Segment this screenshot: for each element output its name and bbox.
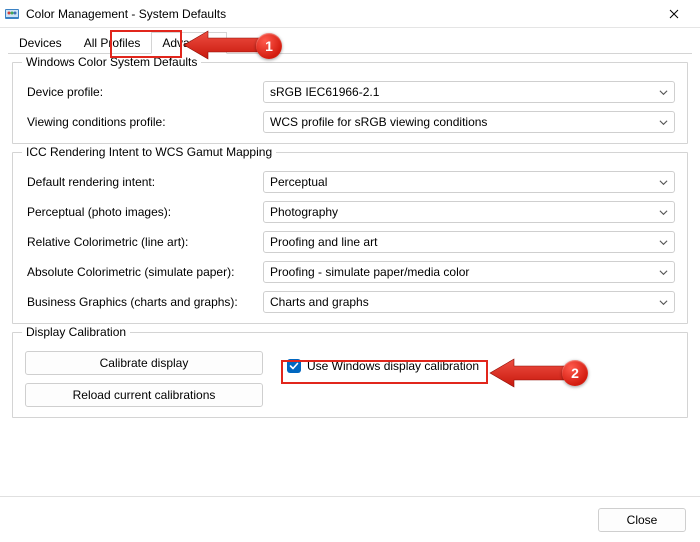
viewing-conditions-dropdown[interactable]: WCS profile for sRGB viewing conditions xyxy=(263,111,675,133)
absolute-colorimetric-label: Absolute Colorimetric (simulate paper): xyxy=(25,265,263,279)
annotation-arrow-2 xyxy=(488,358,568,388)
dropdown-value: Proofing - simulate paper/media color xyxy=(270,265,659,279)
close-button[interactable]: Close xyxy=(598,508,686,532)
dropdown-value: Photography xyxy=(270,205,659,219)
tab-all-profiles[interactable]: All Profiles xyxy=(73,32,152,54)
chevron-down-icon xyxy=(659,298,668,307)
app-icon xyxy=(4,6,20,22)
dropdown-value: WCS profile for sRGB viewing conditions xyxy=(270,115,659,129)
dialog-footer: Close xyxy=(0,496,700,542)
chevron-down-icon xyxy=(659,208,668,217)
titlebar: Color Management - System Defaults xyxy=(0,0,700,28)
dropdown-value: Proofing and line art xyxy=(270,235,659,249)
viewing-conditions-label: Viewing conditions profile: xyxy=(25,115,263,129)
dropdown-value: sRGB IEC61966-2.1 xyxy=(270,85,659,99)
chevron-down-icon xyxy=(659,88,668,97)
group-icc-rendering-intent: ICC Rendering Intent to WCS Gamut Mappin… xyxy=(12,152,688,324)
annotation-badge-2: 2 xyxy=(562,360,588,386)
window-close-button[interactable] xyxy=(652,0,696,28)
tab-pane-advanced: Windows Color System Defaults Device pro… xyxy=(0,54,700,438)
checkbox-checked-icon xyxy=(287,359,301,373)
use-windows-calibration-checkbox[interactable]: Use Windows display calibration xyxy=(281,355,485,377)
perceptual-dropdown[interactable]: Photography xyxy=(263,201,675,223)
business-graphics-dropdown[interactable]: Charts and graphs xyxy=(263,291,675,313)
tab-bar: Devices All Profiles Advanced xyxy=(0,28,700,54)
close-icon xyxy=(669,9,679,19)
group-title: ICC Rendering Intent to WCS Gamut Mappin… xyxy=(22,145,276,159)
group-title: Windows Color System Defaults xyxy=(22,55,201,69)
calibrate-display-button[interactable]: Calibrate display xyxy=(25,351,263,375)
absolute-colorimetric-dropdown[interactable]: Proofing - simulate paper/media color xyxy=(263,261,675,283)
group-windows-color-system-defaults: Windows Color System Defaults Device pro… xyxy=(12,62,688,144)
annotation-arrow-1 xyxy=(182,30,262,60)
reload-calibrations-button[interactable]: Reload current calibrations xyxy=(25,383,263,407)
dropdown-value: Perceptual xyxy=(270,175,659,189)
perceptual-label: Perceptual (photo images): xyxy=(25,205,263,219)
chevron-down-icon xyxy=(659,238,668,247)
tab-devices[interactable]: Devices xyxy=(8,32,73,54)
business-graphics-label: Business Graphics (charts and graphs): xyxy=(25,295,263,309)
chevron-down-icon xyxy=(659,118,668,127)
relative-colorimetric-dropdown[interactable]: Proofing and line art xyxy=(263,231,675,253)
device-profile-label: Device profile: xyxy=(25,85,263,99)
chevron-down-icon xyxy=(659,268,668,277)
relative-colorimetric-label: Relative Colorimetric (line art): xyxy=(25,235,263,249)
dropdown-value: Charts and graphs xyxy=(270,295,659,309)
checkbox-label: Use Windows display calibration xyxy=(307,359,479,373)
default-rendering-intent-dropdown[interactable]: Perceptual xyxy=(263,171,675,193)
annotation-badge-1: 1 xyxy=(256,33,282,59)
device-profile-dropdown[interactable]: sRGB IEC61966-2.1 xyxy=(263,81,675,103)
window-title: Color Management - System Defaults xyxy=(26,7,226,21)
chevron-down-icon xyxy=(659,178,668,187)
group-title: Display Calibration xyxy=(22,325,130,339)
default-rendering-intent-label: Default rendering intent: xyxy=(25,175,263,189)
